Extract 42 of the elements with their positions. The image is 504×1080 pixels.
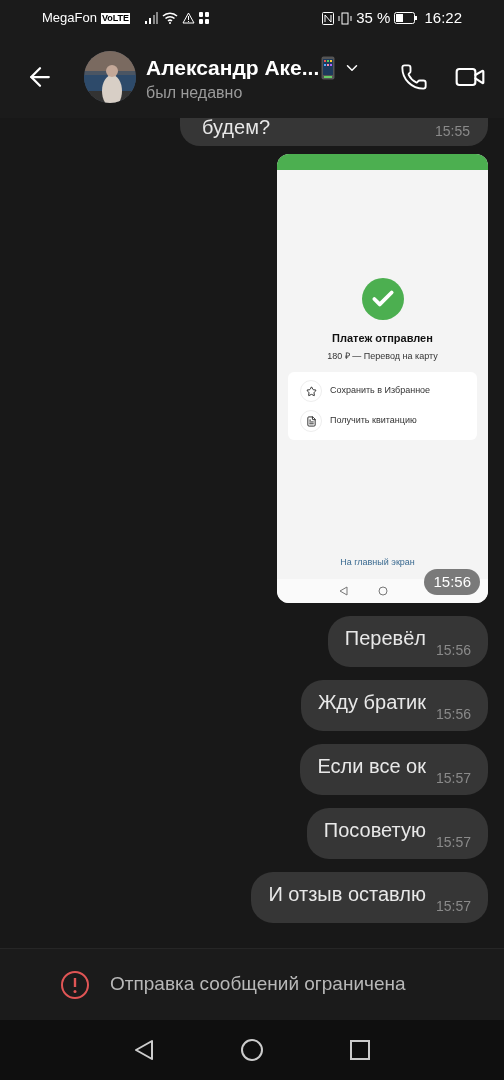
message-text: Если все ок: [317, 753, 426, 779]
contact-name[interactable]: Александр Аке...: [146, 52, 320, 84]
message-text: И отзыв оставлю: [268, 881, 426, 907]
message-time: 15:56: [435, 641, 471, 660]
message-time: 15:56: [424, 568, 480, 595]
message-time: 15:57: [435, 769, 471, 788]
phone-icon: [321, 56, 336, 80]
battery-percent: 35 %: [356, 7, 391, 28]
message-time: 15:57: [435, 833, 471, 852]
home-icon[interactable]: [240, 1038, 264, 1062]
home-icon: [377, 586, 388, 596]
wifi-icon: [162, 12, 179, 24]
message-text: Перевёл: [344, 625, 426, 651]
action-label[interactable]: Получить квитанцию: [330, 414, 417, 428]
back-icon[interactable]: [134, 1039, 154, 1061]
message-text: Жду братик: [317, 689, 426, 715]
message-text: будем?: [202, 118, 271, 138]
signal-icon: [144, 12, 159, 24]
message-time: 15:56: [435, 705, 471, 724]
restriction-text: Отправка сообщений ограничена: [110, 972, 406, 997]
message-time: 15:57: [435, 897, 471, 916]
carrier-name: MegaFon: [42, 9, 97, 28]
vibrate-icon: [338, 11, 353, 25]
volte-badge: VoLTE: [100, 12, 131, 24]
recents-icon[interactable]: [350, 1040, 370, 1060]
check-icon: [361, 278, 404, 320]
message-time: 15:55: [434, 122, 470, 141]
payment-title: Платеж отправлен: [332, 331, 433, 346]
contact-status: был недавно: [146, 83, 244, 102]
message-text: Посоветую: [323, 817, 426, 843]
nfc-icon: [322, 11, 335, 25]
back-icon: [338, 586, 348, 596]
avatar[interactable]: [84, 51, 136, 103]
warning-icon: [182, 12, 196, 24]
home-link[interactable]: На главный экран: [340, 555, 415, 569]
alert-icon: [60, 969, 90, 1000]
battery-icon: [394, 12, 419, 24]
action-label[interactable]: Сохранить в Избранное: [330, 384, 431, 398]
app-icon: [199, 12, 211, 24]
payment-subtitle: 180 ₽ — Перевод на карту: [327, 349, 438, 363]
screenshot-message[interactable]: Платеж отправлен 180 ₽ — Перевод на карту Сохранить в Избранное Получить квитанцию На главный экран 15:56: [277, 154, 488, 603]
clock: 16:22: [424, 7, 462, 28]
